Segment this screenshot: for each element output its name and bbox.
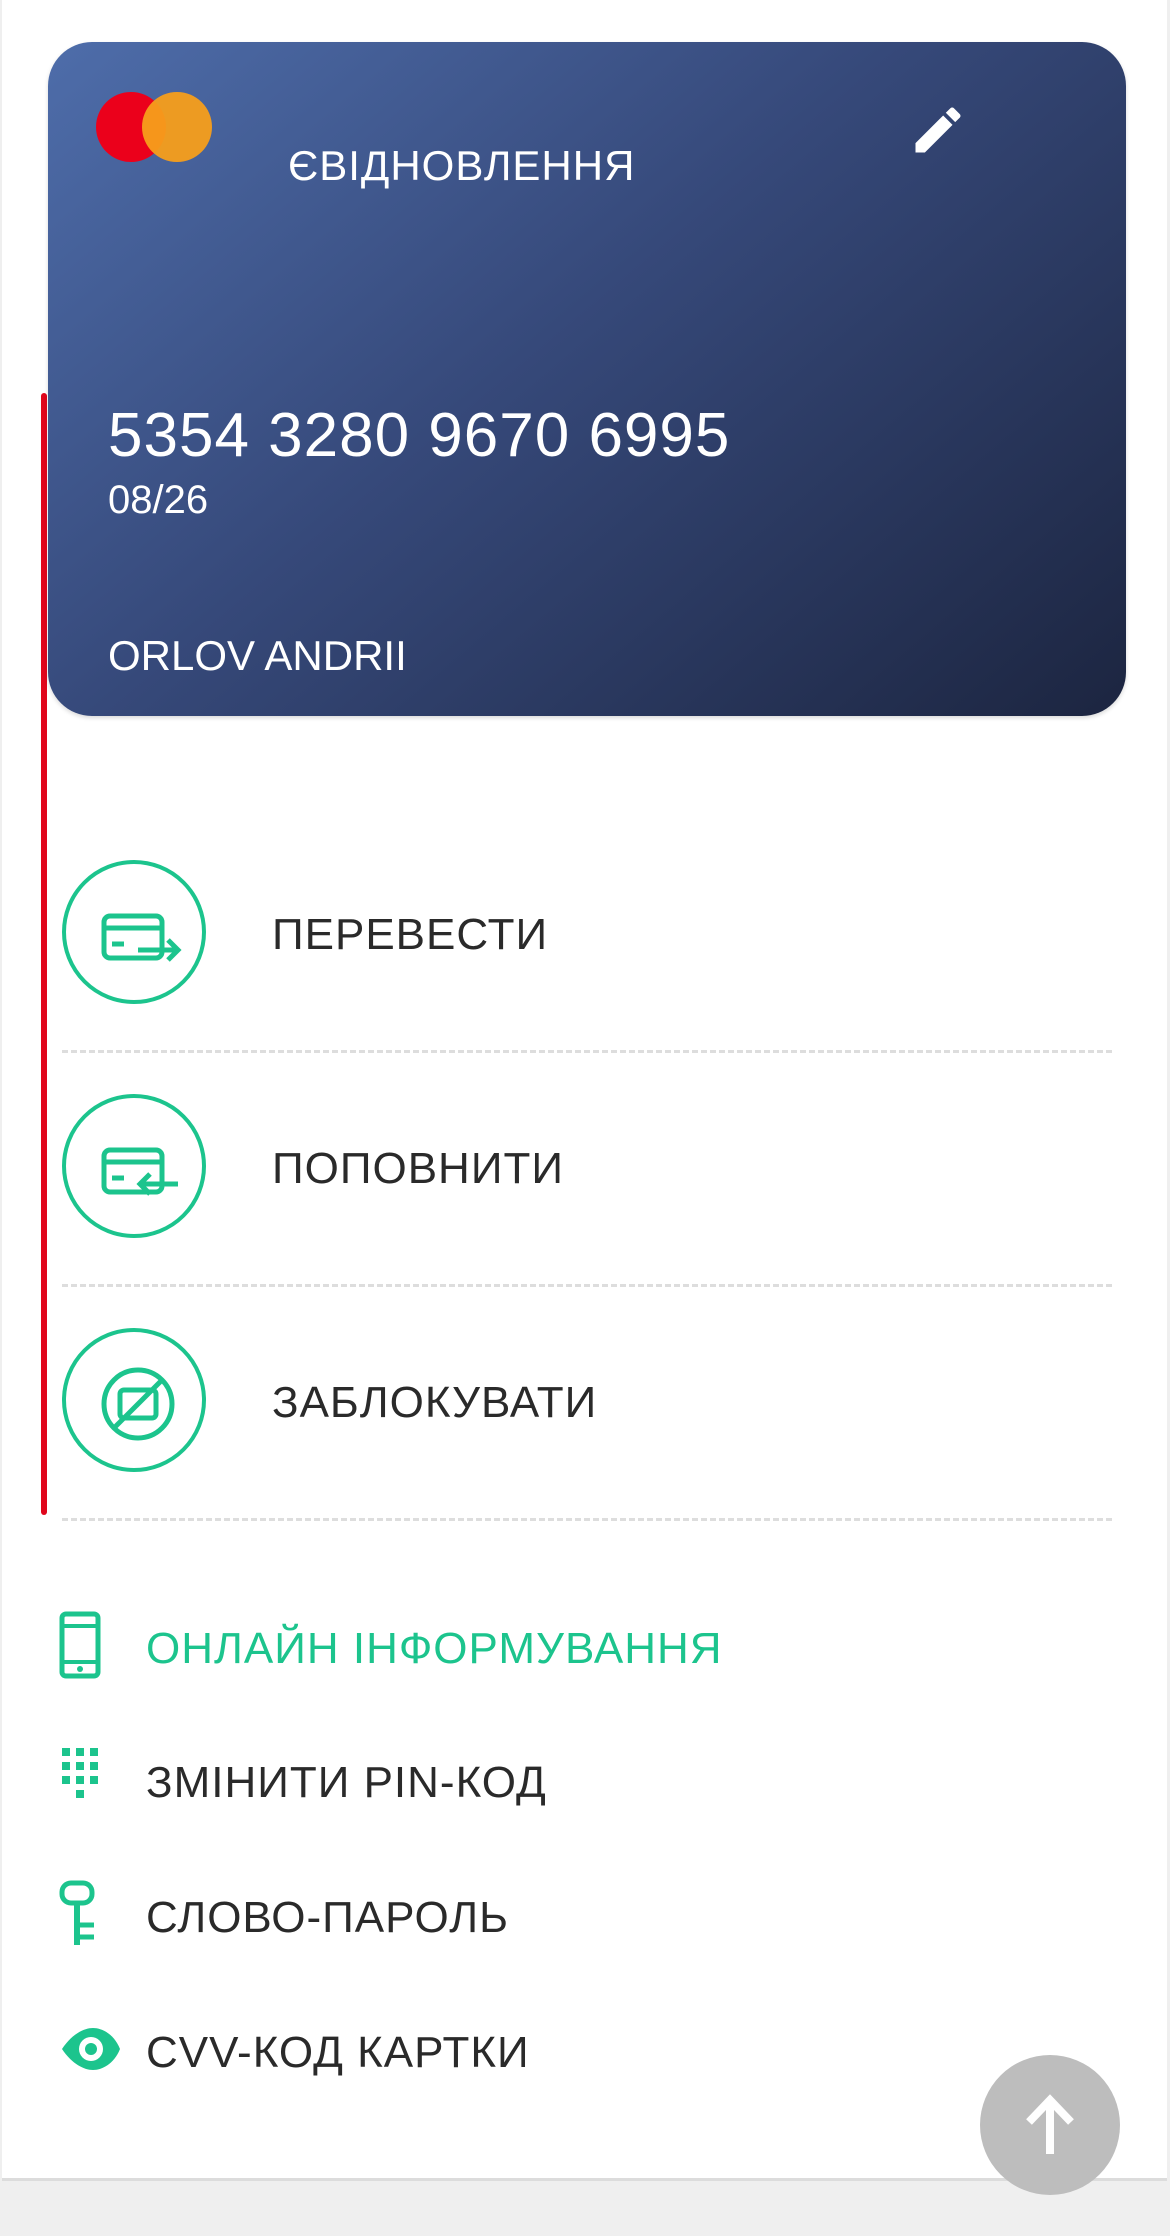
action-top-up[interactable]: ПОПОВНИТИ (62, 1094, 1112, 1246)
eye-icon (58, 2014, 128, 2084)
link-label: ЗМІНИТИ PIN-КОД (146, 1758, 547, 1807)
card-expiry: 08/26 (108, 478, 209, 522)
card-number: 5354 3280 9670 6995 (108, 401, 731, 470)
link-change-pin[interactable]: ЗМІНИТИ PIN-КОД (58, 1740, 1058, 1820)
link-password-word[interactable]: СЛОВО-ПАРОЛЬ (58, 1875, 1058, 1955)
action-label: ПОПОВНИТИ (272, 1144, 564, 1193)
card-block-icon (62, 1328, 206, 1472)
divider (62, 1518, 1112, 1521)
action-label: ПЕРЕВЕСТИ (272, 910, 549, 959)
card-holder: ORLOV ANDRII (108, 632, 407, 679)
card-transfer-out-icon (62, 860, 206, 1004)
phone-icon (58, 1610, 128, 1680)
card-name: ЄВІДНОВЛЕННЯ (288, 142, 636, 189)
action-transfer[interactable]: ПЕРЕВЕСТИ (62, 860, 1112, 1012)
link-label: СЛОВО-ПАРОЛЬ (146, 1893, 510, 1942)
action-label: ЗАБЛОКУВАТИ (272, 1378, 598, 1427)
link-online-info[interactable]: ОНЛАЙН ІНФОРМУВАННЯ (58, 1606, 1058, 1686)
divider (62, 1050, 1112, 1053)
link-cvv-code[interactable]: CVV-КОД КАРТКИ (58, 2010, 1058, 2090)
link-label: CVV-КОД КАРТКИ (146, 2028, 530, 2077)
scroll-marker (41, 393, 47, 1515)
scroll-to-top-button[interactable] (980, 2055, 1120, 2195)
link-label: ОНЛАЙН ІНФОРМУВАННЯ (146, 1624, 723, 1673)
action-block[interactable]: ЗАБЛОКУВАТИ (62, 1328, 1112, 1480)
mastercard-logo (96, 92, 212, 162)
bank-card[interactable]: ЄВІДНОВЛЕННЯ 5354 3280 9670 6995 08/26 O… (48, 42, 1126, 716)
key-icon (58, 1879, 128, 1949)
divider (62, 1284, 1112, 1287)
page: ЄВІДНОВЛЕННЯ 5354 3280 9670 6995 08/26 O… (0, 0, 1170, 2236)
pencil-icon[interactable] (908, 100, 968, 160)
keypad-icon (58, 1744, 128, 1814)
arrow-up-icon (1026, 2094, 1074, 2154)
card-top-up-icon (62, 1094, 206, 1238)
card-panel: ЄВІДНОВЛЕННЯ 5354 3280 9670 6995 08/26 O… (2, 0, 1167, 2181)
